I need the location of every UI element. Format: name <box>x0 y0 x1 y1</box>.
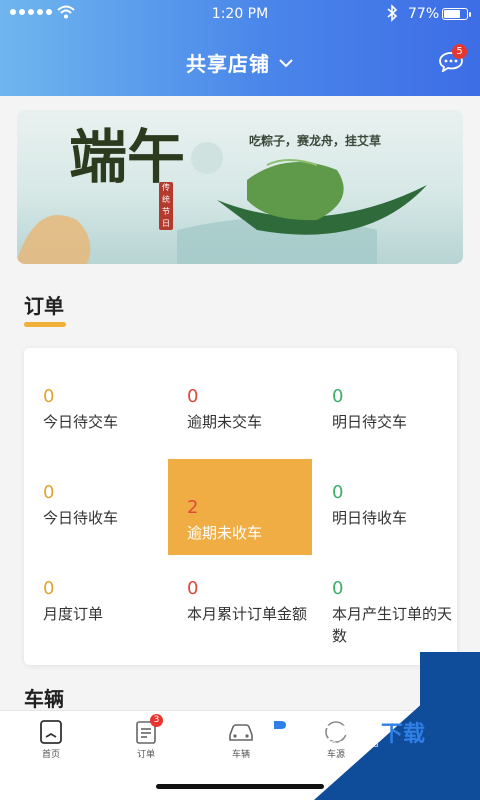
message-badge: 5 <box>452 44 467 59</box>
stat-overdue-delivery[interactable]: 0 逾期未交车 <box>168 348 312 444</box>
stat-value: 0 <box>43 482 55 503</box>
bluetooth-icon <box>387 4 398 22</box>
stat-label: 逾期未交车 <box>187 413 263 431</box>
watermark-subtitle: PCPOP Download <box>306 740 379 749</box>
stat-value: 0 <box>187 578 199 599</box>
tab-label: 车辆 <box>231 750 250 760</box>
vehicles-section-title: 车辆 <box>24 687 64 711</box>
orders-section-title: 订单 <box>24 294 64 318</box>
store-name: 共享店铺 <box>186 52 271 76</box>
tab-label: 订单 <box>136 750 155 760</box>
car-icon <box>229 724 253 741</box>
stat-monthly-order-amount[interactable]: 0 本月累计订单金额 <box>168 540 312 636</box>
battery-icon <box>442 8 471 20</box>
pcpop-logo-icon <box>266 714 294 744</box>
stat-value: 2 <box>187 497 199 518</box>
chevron-down-icon <box>279 58 293 67</box>
stat-label: 明日待收车 <box>332 509 408 527</box>
section-underline <box>24 322 66 327</box>
orders-tab-badge: 3 <box>150 714 163 727</box>
stat-monthly-orders[interactable]: 0 月度订单 <box>24 540 168 636</box>
home-bookmark-icon <box>40 720 62 744</box>
stat-value: 0 <box>332 482 344 503</box>
watermark-corner-fill <box>420 652 480 800</box>
stat-label: 今日待收车 <box>43 509 119 527</box>
stat-label: 今日待交车 <box>43 413 119 431</box>
banner-stamp: 传统节日 <box>159 182 173 230</box>
watermark-brand-cn: 下载 <box>381 721 426 746</box>
stat-today-pending-delivery[interactable]: 0 今日待交车 <box>24 348 168 444</box>
stat-label: 本月产生订单的天数 <box>332 605 453 645</box>
tab-label: 首页 <box>41 750 60 760</box>
store-selector[interactable]: 共享店铺 <box>0 48 480 77</box>
order-stats-card: 0 今日待交车 0 逾期未交车 0 明日待交车 0 今日待收车 2 逾期未收车 … <box>24 348 457 665</box>
status-bar: 1:20 PM 77% <box>0 0 480 28</box>
stat-tomorrow-pending-return[interactable]: 0 明日待收车 <box>313 444 457 540</box>
stat-today-pending-return[interactable]: 0 今日待收车 <box>24 444 168 540</box>
stat-value: 0 <box>43 386 55 407</box>
app-header: 1:20 PM 77% 共享店铺 5 <box>0 0 480 96</box>
stat-value: 0 <box>43 578 55 599</box>
tab-home[interactable]: 首页 <box>21 719 81 760</box>
stat-monthly-order-days[interactable]: 0 本月产生订单的天数 <box>313 540 457 645</box>
stat-value: 0 <box>332 386 344 407</box>
stat-value: 0 <box>332 578 344 599</box>
tab-orders[interactable]: 订单 <box>116 719 176 760</box>
promo-banner[interactable]: 端午 传统节日 吃粽子，赛龙舟，挂艾草 <box>17 110 463 264</box>
stat-tomorrow-pending-delivery[interactable]: 0 明日待交车 <box>313 348 457 444</box>
banner-slogan: 吃粽子，赛龙舟，挂艾草 <box>249 134 382 148</box>
stat-label: 本月累计订单金额 <box>187 605 308 623</box>
stat-label: 月度订单 <box>43 605 104 623</box>
stat-value: 0 <box>187 386 199 407</box>
banner-title: 端午 <box>69 123 186 191</box>
stat-label: 明日待交车 <box>332 413 408 431</box>
battery-percent: 77% <box>408 6 440 22</box>
home-indicator <box>156 784 324 789</box>
